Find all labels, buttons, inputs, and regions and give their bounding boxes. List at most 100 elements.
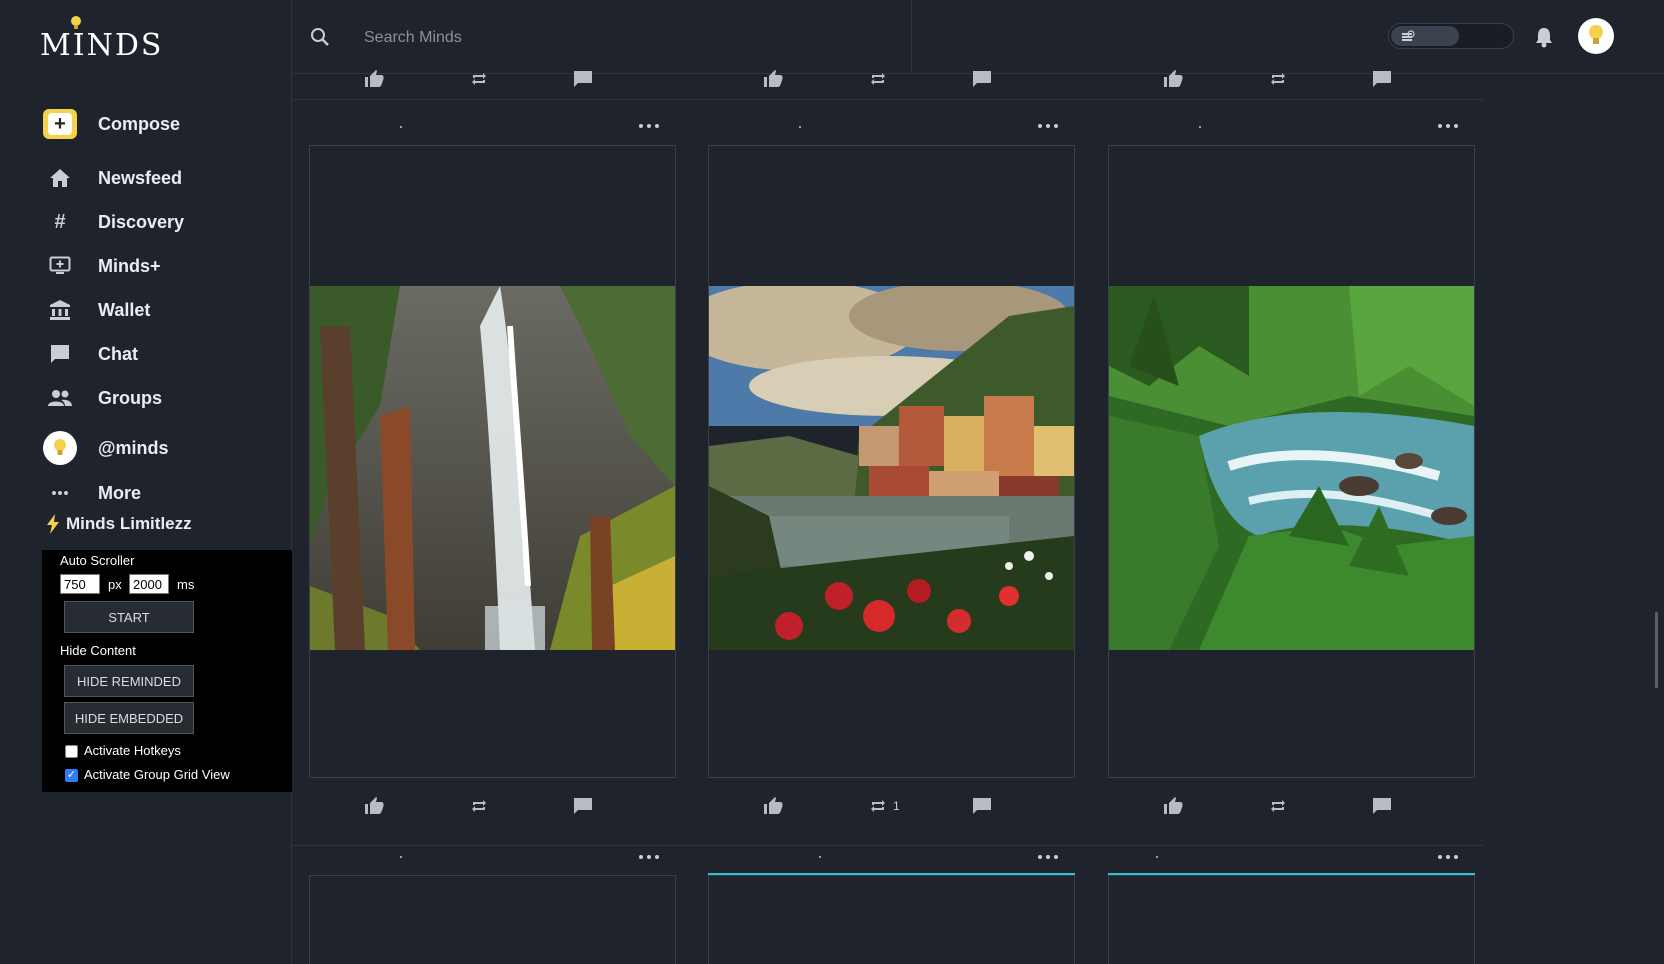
- topbar: [292, 0, 1664, 74]
- remind-button[interactable]: [1269, 70, 1287, 88]
- post-menu-icon[interactable]: [1038, 121, 1058, 131]
- remind-icon: [869, 70, 887, 88]
- thumbs-up-icon: [1163, 797, 1183, 815]
- post-menu-icon[interactable]: [639, 121, 659, 131]
- user-avatar[interactable]: [1578, 18, 1614, 54]
- owner-block[interactable]: [799, 126, 801, 128]
- post-card[interactable]: [309, 875, 676, 964]
- post-menu-icon[interactable]: [1438, 852, 1458, 862]
- like-button[interactable]: [1163, 70, 1183, 88]
- sidebar-item-label: More: [98, 482, 142, 503]
- like-button[interactable]: [763, 70, 783, 88]
- sidebar-item-label: Minds+: [98, 255, 161, 276]
- post-menu-icon[interactable]: [1438, 121, 1458, 131]
- search-bar: [292, 0, 912, 74]
- comment-button[interactable]: [1372, 797, 1392, 815]
- minds-logo[interactable]: MINDS: [40, 14, 161, 63]
- search-input[interactable]: [362, 22, 866, 54]
- theme-toggle[interactable]: [1388, 23, 1514, 49]
- start-button[interactable]: START: [64, 601, 194, 633]
- chat-icon: [51, 345, 69, 363]
- like-button[interactable]: [364, 797, 384, 815]
- search-icon[interactable]: [310, 27, 330, 47]
- owner-block[interactable]: [1199, 126, 1201, 128]
- remind-button[interactable]: [470, 797, 494, 815]
- lakeside-village-photo[interactable]: [709, 286, 1074, 650]
- post-card[interactable]: [708, 145, 1075, 778]
- owner-block[interactable]: [819, 856, 821, 858]
- post-card[interactable]: [309, 145, 676, 778]
- sidebar-item-chat[interactable]: Chat: [40, 336, 280, 372]
- sidebar-item-groups[interactable]: Groups: [40, 380, 280, 416]
- thumbs-up-icon: [763, 70, 783, 88]
- remind-button[interactable]: 1: [869, 797, 900, 815]
- activate-group-grid-label: Activate Group Grid View: [84, 767, 230, 782]
- hide-embedded-button[interactable]: HIDE EMBEDDED: [64, 702, 194, 734]
- extension-title: Minds Limitlezz: [46, 514, 192, 534]
- comment-button[interactable]: [972, 70, 992, 88]
- bank-icon: [50, 300, 70, 320]
- comment-button[interactable]: [573, 70, 593, 88]
- home-icon: [50, 169, 70, 187]
- sidebar-item-discovery[interactable]: # Discovery: [40, 204, 280, 240]
- owner-block[interactable]: [400, 856, 402, 858]
- remind-button[interactable]: [1269, 797, 1293, 815]
- like-button[interactable]: [364, 70, 384, 88]
- waterfall-photo[interactable]: [310, 286, 675, 650]
- post-card[interactable]: [1108, 145, 1475, 778]
- thumbs-up-icon: [1163, 70, 1183, 88]
- more-icon: [52, 488, 68, 498]
- remind-button[interactable]: [869, 70, 887, 88]
- comment-icon: [573, 797, 593, 815]
- activate-group-grid-checkbox[interactable]: ✓: [65, 769, 78, 782]
- compose-icon: +: [43, 109, 77, 139]
- owner-block[interactable]: [1156, 856, 1158, 858]
- sidebar-item-minds-plus[interactable]: Minds+: [40, 248, 280, 284]
- post-menu-icon[interactable]: [639, 852, 659, 862]
- sidebar-item-wallet[interactable]: Wallet: [40, 292, 280, 328]
- plus-screen-icon: [49, 256, 71, 274]
- remind-count: 1: [893, 799, 900, 813]
- remind-icon: [1269, 797, 1287, 815]
- comment-button[interactable]: [972, 797, 992, 815]
- comment-icon: [972, 70, 992, 88]
- like-button[interactable]: [1163, 797, 1183, 815]
- sidebar-item-newsfeed[interactable]: Newsfeed: [40, 160, 280, 196]
- groups-icon: [48, 390, 72, 406]
- extension-title-label: Minds Limitlezz: [66, 514, 192, 533]
- owner-block[interactable]: [400, 126, 402, 128]
- compose-button[interactable]: + Compose: [40, 106, 280, 142]
- sidebar-item-label: Wallet: [98, 299, 151, 320]
- activate-hotkeys-checkbox[interactable]: [65, 745, 78, 758]
- sidebar-item-label: Chat: [98, 343, 138, 364]
- comment-icon: [1372, 797, 1392, 815]
- forest-river-photo[interactable]: [1109, 286, 1474, 650]
- sidebar-item-label: Discovery: [98, 211, 185, 232]
- post-card[interactable]: [1108, 875, 1475, 964]
- like-button[interactable]: [763, 797, 783, 815]
- avatar: [43, 431, 77, 465]
- sidebar-item-more[interactable]: More: [40, 475, 280, 511]
- scrollbar-thumb[interactable]: [1655, 612, 1658, 688]
- tokens-icon: [1402, 30, 1415, 41]
- scroll-ms-input[interactable]: [129, 574, 169, 594]
- bulb-icon: [1589, 25, 1603, 44]
- comment-icon: [972, 797, 992, 815]
- remind-button[interactable]: [470, 70, 488, 88]
- sidebar: MINDS + Compose Newsfeed # Discovery Min…: [0, 0, 292, 964]
- post-card[interactable]: [708, 875, 1075, 964]
- hide-reminded-button[interactable]: HIDE REMINDED: [64, 665, 194, 697]
- post-menu-icon[interactable]: [1038, 852, 1058, 862]
- comment-icon: [1372, 70, 1392, 88]
- notifications-bell-icon[interactable]: [1534, 26, 1554, 48]
- comment-button[interactable]: [1372, 70, 1392, 88]
- sidebar-item-label: @minds: [98, 437, 169, 458]
- comment-button[interactable]: [573, 797, 593, 815]
- sidebar-item-channel[interactable]: @minds: [40, 430, 280, 466]
- sidebar-item-label: Groups: [98, 387, 163, 408]
- sidebar-item-label: Newsfeed: [98, 167, 183, 188]
- remind-icon: [470, 70, 488, 88]
- scroll-px-input[interactable]: [60, 574, 100, 594]
- divider: [292, 99, 1483, 100]
- hide-content-label: Hide Content: [60, 643, 136, 658]
